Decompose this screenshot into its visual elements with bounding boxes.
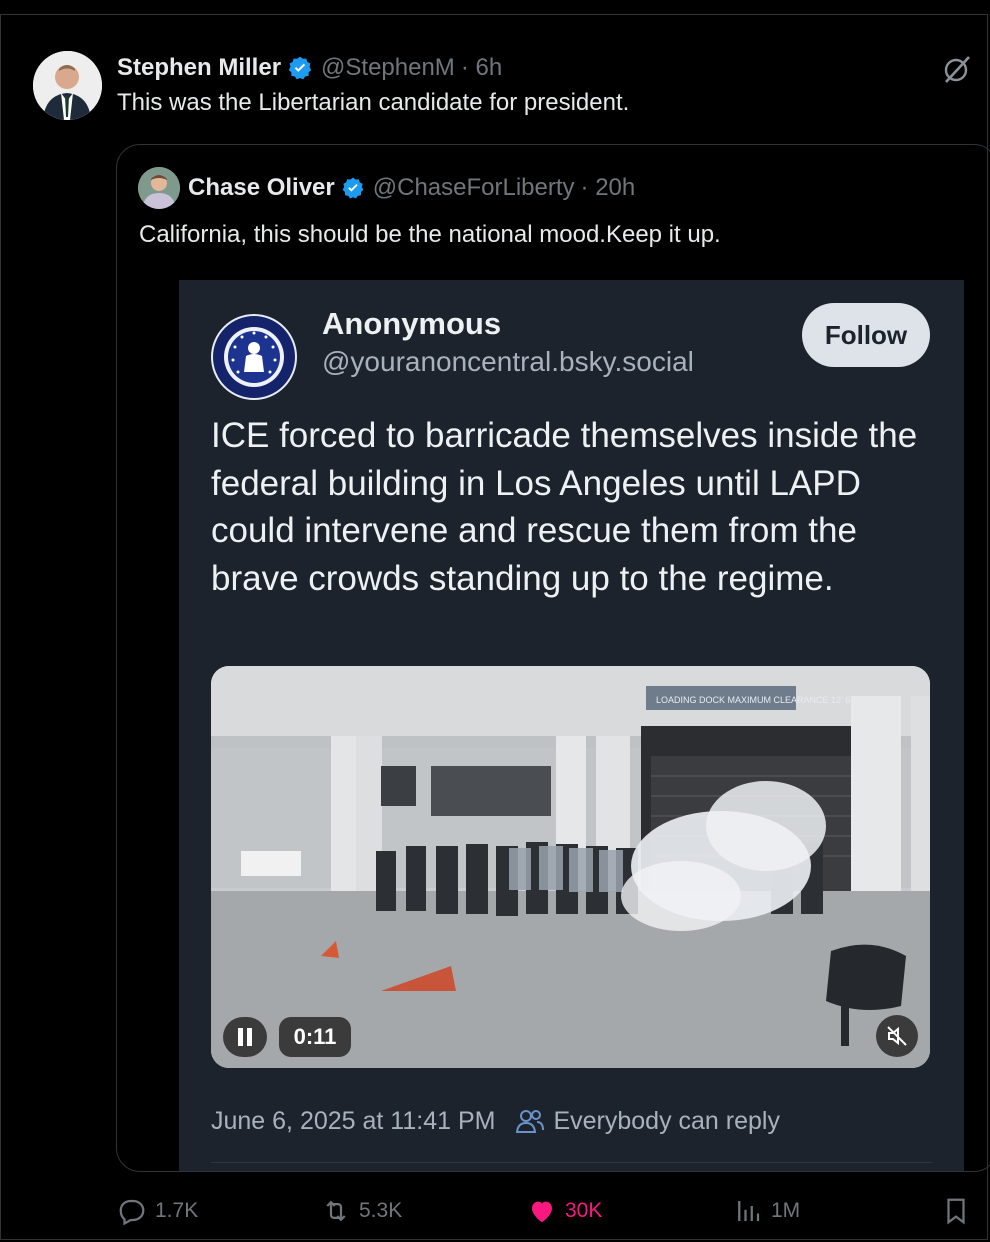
pause-button[interactable] — [223, 1017, 267, 1057]
quoted-header: Chase Oliver @ChaseForLiberty · 20h — [188, 171, 635, 205]
quoted-tweet[interactable]: Chase Oliver @ChaseForLiberty · 20h Cali… — [116, 144, 990, 1172]
bookmark-button[interactable] — [941, 1187, 979, 1235]
embedded-post-text: ICE forced to barricade themselves insid… — [211, 416, 918, 598]
follow-button: Follow — [802, 303, 930, 367]
verified-icon — [288, 56, 312, 80]
like-button[interactable]: 30K — [527, 1187, 602, 1235]
post-time[interactable]: · 6h — [461, 54, 502, 82]
video-sign-text: LOADING DOCK MAXIMUM CLEARANCE 12' 6" — [656, 695, 853, 705]
author-avatar[interactable] — [33, 51, 102, 120]
quoted-text: California, this should be the national … — [139, 221, 721, 248]
quoted-name[interactable]: Chase Oliver — [188, 174, 335, 202]
repost-icon — [326, 1200, 346, 1222]
tweet-card[interactable]: Stephen Miller @StephenM · 6h This was t… — [0, 14, 990, 1240]
embedded-meta: June 6, 2025 at 11:41 PM Everybody can r… — [211, 1106, 780, 1136]
author-name[interactable]: Stephen Miller — [117, 54, 281, 82]
reply-count: 1.7K — [155, 1199, 199, 1222]
grok-icon[interactable] — [941, 53, 973, 85]
quoted-time[interactable]: · 20h — [581, 174, 636, 202]
anonymous-logo — [211, 314, 297, 400]
reply-button[interactable]: 1.7K — [117, 1187, 198, 1235]
video-player[interactable]: LOADING DOCK MAXIMUM CLEARANCE 12' 6" 0:… — [211, 666, 930, 1068]
speaker-muted-icon — [887, 1026, 907, 1046]
repost-count: 5.3K — [359, 1199, 403, 1222]
bookmark-icon — [947, 1198, 965, 1225]
author-handle[interactable]: @StephenM — [321, 54, 455, 82]
mute-button[interactable] — [876, 1015, 918, 1057]
repost-button[interactable]: 5.3K — [321, 1187, 402, 1235]
action-bar: 1.7K 5.3K 30K 1M — [1, 1187, 989, 1235]
views-button[interactable]: 1M — [733, 1187, 800, 1235]
like-count: 30K — [565, 1199, 603, 1222]
author-header: Stephen Miller @StephenM · 6h — [117, 51, 502, 85]
embedded-date: June 6, 2025 at 11:41 PM — [211, 1106, 496, 1135]
reply-icon — [119, 1199, 145, 1226]
tweet-text: This was the Libertarian candidate for p… — [117, 89, 630, 116]
embed-divider — [211, 1162, 932, 1163]
quoted-avatar[interactable] — [138, 167, 180, 209]
pause-icon — [238, 1028, 252, 1046]
people-icon — [516, 1110, 545, 1133]
analytics-icon — [738, 1201, 760, 1221]
view-count: 1M — [771, 1199, 801, 1222]
heart-filled-icon — [532, 1201, 552, 1223]
video-frame: LOADING DOCK MAXIMUM CLEARANCE 12' 6" — [211, 666, 930, 1068]
embedded-screenshot[interactable]: Anonymous @youranoncentral.bsky.social F… — [179, 280, 964, 1171]
verified-icon — [342, 177, 364, 199]
embedded-author-handle: @youranoncentral.bsky.social — [322, 346, 694, 377]
reply-setting: Everybody can reply — [553, 1106, 780, 1135]
embedded-author-name: Anonymous — [322, 306, 502, 341]
quoted-handle[interactable]: @ChaseForLiberty — [373, 174, 575, 202]
video-timestamp: 0:11 — [279, 1017, 351, 1057]
